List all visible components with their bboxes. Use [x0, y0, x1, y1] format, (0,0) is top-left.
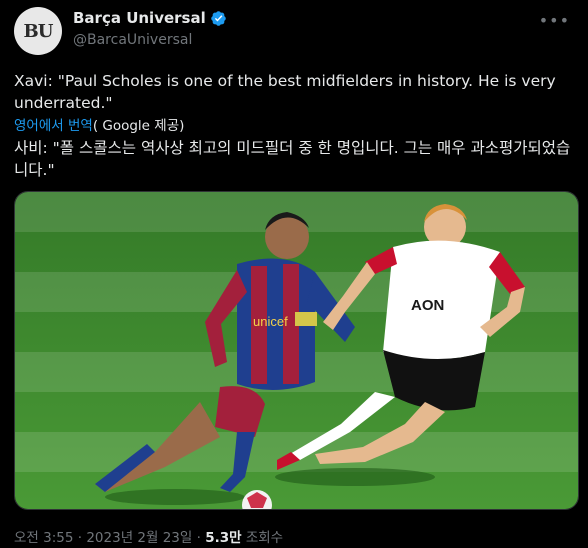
tweet-date[interactable]: 2023년 2월 23일 [86, 530, 192, 546]
verified-badge-icon [210, 10, 226, 26]
views-count[interactable]: 5.3만 [205, 530, 241, 546]
avatar[interactable]: BU [14, 7, 62, 55]
translated-tweet-text: 사비: "폴 스콜스는 역사상 최고의 미드필더 중 한 명입니다. 그는 매우… [14, 139, 571, 179]
author-display-name[interactable]: Barça Universal [73, 9, 206, 27]
tweet-metadata: 오전 3:55 · 2023년 2월 23일 · 5.3만 조회수 [14, 526, 283, 546]
translate-provider: ( Google 제공) [92, 118, 185, 134]
author-handle[interactable]: @BarcaUniversal [73, 32, 192, 48]
translation-attribution: 영어에서 번역( Google 제공) [14, 114, 184, 134]
author-name-row[interactable]: Barça Universal [73, 9, 227, 27]
meta-separator: · [77, 530, 83, 546]
more-options-icon[interactable]: ••• [539, 11, 570, 30]
views-label: 조회수 [245, 530, 284, 546]
football-photo-illustration: unicef AON [15, 192, 578, 509]
aon-sponsor-text: AON [411, 297, 444, 314]
translate-link[interactable]: 영어에서 번역 [14, 118, 93, 134]
meta-separator-2: · [196, 530, 201, 546]
unicef-sponsor-text: unicef [253, 314, 288, 329]
tweet-time[interactable]: 오전 3:55 [14, 530, 73, 546]
tweet-text: Xavi: "Paul Scholes is one of the best m… [14, 72, 556, 112]
tweet-photo[interactable]: unicef AON [14, 191, 579, 510]
